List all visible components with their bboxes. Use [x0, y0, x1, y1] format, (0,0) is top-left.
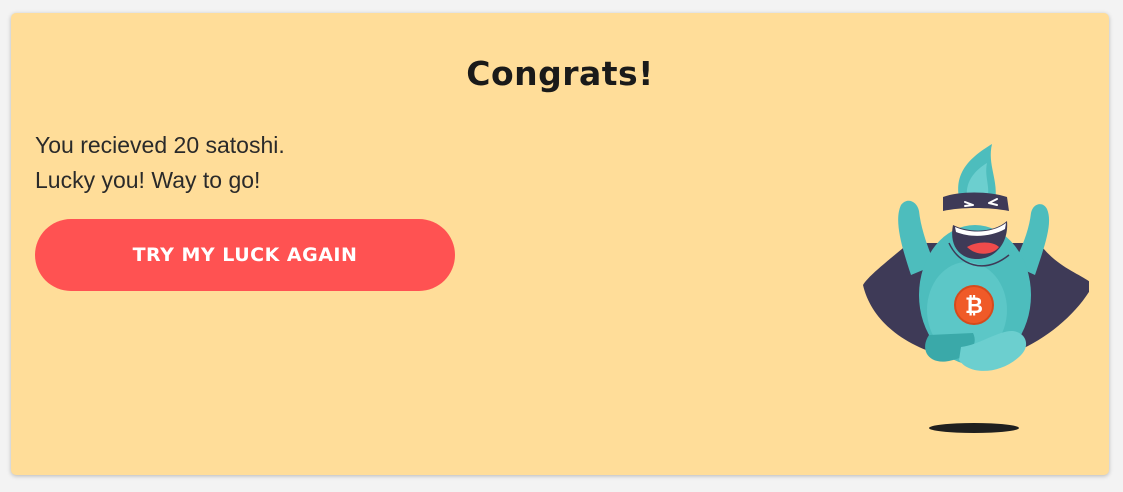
dialog-title: Congrats!: [466, 54, 654, 93]
bitcoin-mascot-icon: ₿: [863, 144, 1089, 433]
mascot-mask: [943, 192, 1009, 211]
mascot-shadow: [929, 423, 1019, 433]
reward-dialog: Congrats! You recieved 20 satoshi. Lucky…: [11, 13, 1109, 475]
encouragement-message: Lucky you! Way to go!: [35, 167, 261, 193]
try-again-button[interactable]: TRY MY LUCK AGAIN: [35, 219, 455, 291]
svg-text:₿: ₿: [965, 294, 983, 319]
reward-message: You recieved 20 satoshi.: [35, 132, 285, 158]
